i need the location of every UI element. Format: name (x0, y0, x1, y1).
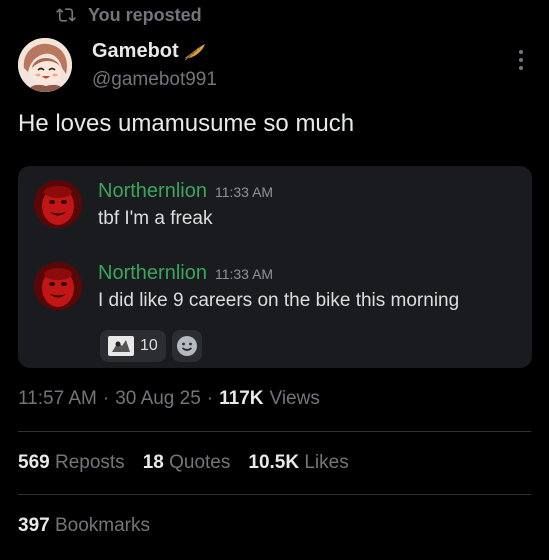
divider (18, 494, 531, 495)
message-text: I did like 9 careers on the bike this mo… (98, 290, 460, 311)
tweet-date[interactable]: 30 Aug 25 (115, 388, 201, 410)
tweet-time[interactable]: 11:57 AM (18, 388, 97, 410)
engagement-stats: 569 Reposts 18 Quotes 10.5K Likes (18, 452, 349, 474)
reaction-chip[interactable]: 10 (100, 330, 166, 362)
quotes-label: Quotes (169, 452, 231, 473)
message-text: tbf I'm a freak (98, 208, 213, 229)
bookmarks-stat[interactable]: 397 Bookmarks (18, 515, 150, 537)
discord-embed-image[interactable]: Northernlion 11:33 AM tbf I'm a freak No… (18, 166, 532, 368)
discord-message: Northernlion 11:33 AM tbf I'm a freak (34, 180, 273, 230)
tweet-text: He loves umamusume so much (18, 110, 355, 137)
more-icon[interactable] (511, 46, 531, 74)
divider (18, 431, 531, 432)
quotes-stat[interactable]: 18 Quotes (143, 452, 231, 474)
likes-stat[interactable]: 10.5K Likes (248, 452, 348, 474)
message-time: 11:33 AM (214, 266, 274, 282)
author-handle[interactable]: @gamebot991 (92, 69, 217, 91)
message-author: Northernlion (98, 180, 207, 202)
red-face-avatar (34, 262, 82, 310)
repost-header: You reposted (56, 4, 202, 26)
avatar-illustration (18, 38, 72, 92)
add-reaction-button[interactable] (171, 330, 202, 362)
quotes-count: 18 (142, 452, 164, 473)
message-avatar (34, 262, 82, 310)
message-author: Northernlion (98, 262, 207, 284)
quill-icon (184, 43, 205, 61)
custom-emoji-icon (108, 336, 134, 356)
bookmarks-label: Bookmarks (54, 515, 151, 536)
likes-count: 10.5K (248, 452, 300, 473)
author-block: Gamebot @gamebot991 (92, 40, 217, 91)
reposts-label: Reposts (54, 452, 125, 473)
reposts-stat[interactable]: 569 Reposts (18, 452, 125, 474)
reaction-bar: 10 (100, 330, 202, 362)
emoji-icon (176, 336, 197, 356)
reposts-count: 569 (18, 452, 50, 473)
discord-message: Northernlion 11:33 AM I did like 9 caree… (34, 262, 459, 312)
repost-icon (56, 8, 76, 22)
message-avatar (34, 180, 82, 228)
avatar[interactable] (18, 38, 72, 92)
tweet-meta: 11:57 AM · 30 Aug 25 · 117K Views (18, 388, 320, 410)
author-name[interactable]: Gamebot (92, 40, 179, 63)
likes-label: Likes (304, 452, 349, 473)
views-count: 117K (219, 388, 264, 409)
reaction-count: 10 (140, 337, 158, 354)
red-face-avatar (34, 180, 82, 228)
message-time: 11:33 AM (214, 184, 274, 200)
views-label: Views (269, 388, 320, 409)
repost-label: You reposted (88, 4, 202, 25)
bookmarks-count: 397 (18, 515, 50, 536)
